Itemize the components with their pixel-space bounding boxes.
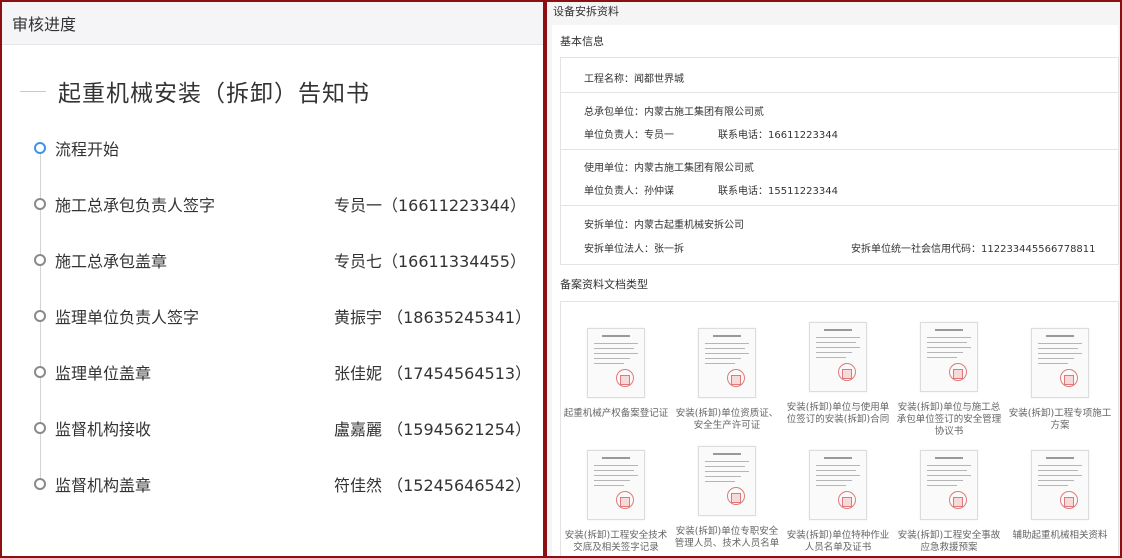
doc-caption: 安装(拆卸)单位特种作业人员名单及证书 — [786, 530, 890, 553]
document-thumbnail-icon[interactable] — [1031, 328, 1089, 398]
user-person: 单位负责人：孙仲谋 — [584, 186, 674, 197]
step-label: 监督机构盖章 — [55, 476, 152, 495]
doc-caption: 辅助起重机械相关资料 — [1012, 530, 1108, 541]
step-label: 施工总承包盖章 — [55, 252, 168, 271]
step-person: 张佳妮 （17454564513） — [334, 364, 532, 383]
title-divider — [20, 90, 46, 92]
step-dot-icon — [34, 366, 46, 378]
general-contractor: 总承包单位：内蒙古施工集团有限公司贰 — [584, 107, 764, 118]
doc-card[interactable]: 安装(拆卸)单位与施工总承包单位签订的安全管理协议书 — [896, 322, 1002, 438]
doc-card[interactable]: 安装(拆卸)单位与使用单位签订的安装(拆卸)合同 — [785, 322, 891, 426]
step-person: 符佳然 （15245646542） — [334, 476, 532, 495]
install-unit: 安拆单位：内蒙古起重机械安拆公司 — [584, 220, 744, 231]
document-title-row: 起重机械安装（拆卸）告知书 — [20, 74, 370, 108]
doc-card[interactable]: 安装(拆卸)工程专项施工方案 — [1007, 328, 1113, 432]
basic-info-title: 基本信息 — [560, 35, 604, 48]
equipment-materials-panel: 设备安拆资料 基本信息 工程名称：闻都世界城 总承包单位：内蒙古施工集团有限公司… — [547, 2, 1120, 556]
document-thumbnail-icon[interactable] — [1031, 450, 1089, 520]
timeline-step: 施工总承包盖章 专员七（16611334455） — [32, 248, 532, 272]
gc-person: 单位负责人：专员一 — [584, 130, 674, 141]
document-thumbnail-icon[interactable] — [587, 450, 645, 520]
panel-body: 基本信息 工程名称：闻都世界城 总承包单位：内蒙古施工集团有限公司贰 单位负责人… — [552, 25, 1119, 556]
doc-card[interactable]: 安装(拆卸)工程安全技术交底及相关签字记录 — [563, 450, 669, 554]
info-row-install-unit: 安拆单位：内蒙古起重机械安拆公司 安拆单位法人：张一拆 安拆单位统一社会信用代码… — [561, 206, 1118, 263]
timeline-step: 监理单位盖章 张佳妮 （17454564513） — [32, 360, 532, 384]
step-dot-icon — [34, 198, 46, 210]
doc-caption: 安装(拆卸)单位与施工总承包单位签订的安全管理协议书 — [896, 402, 1002, 437]
step-dot-icon — [34, 478, 46, 490]
gc-phone: 联系电话：16611223344 — [718, 130, 838, 141]
doc-caption: 起重机械产权备案登记证 — [563, 408, 669, 419]
timeline-step: 监理单位负责人签字 黄振宇 （18635245341） — [32, 304, 532, 328]
doc-caption: 安装(拆卸)单位资质证、安全生产许可证 — [675, 408, 779, 431]
timeline-step-start: 流程开始 — [32, 136, 532, 160]
info-row-user-unit: 使用单位：内蒙古施工集团有限公司贰 单位负责人：孙仲谋 联系电话：1551122… — [561, 150, 1118, 206]
step-dot-icon — [34, 310, 46, 322]
install-person: 安拆单位法人：张一拆 — [584, 244, 684, 255]
doc-caption: 安装(拆卸)单位与使用单位签订的安装(拆卸)合同 — [786, 402, 890, 425]
user-unit: 使用单位：内蒙古施工集团有限公司贰 — [584, 163, 754, 174]
step-person: 黄振宇 （18635245341） — [334, 308, 532, 327]
step-label: 流程开始 — [55, 140, 120, 159]
doc-card[interactable]: 起重机械产权备案登记证 — [563, 328, 669, 420]
doc-caption: 安装(拆卸)工程专项施工方案 — [1008, 408, 1112, 431]
doc-caption: 安装(拆卸)工程安全事故应急救援预案 — [897, 530, 1001, 553]
info-row-project: 工程名称：闻都世界城 — [561, 58, 1118, 93]
doc-card[interactable]: 安装(拆卸)工程安全事故应急救援预案 — [896, 450, 1002, 554]
project-name: 工程名称：闻都世界城 — [584, 74, 684, 85]
step-person: 专员一（16611223344） — [334, 196, 526, 215]
document-thumbnail-icon[interactable] — [920, 322, 978, 392]
step-label: 监理单位盖章 — [55, 364, 152, 383]
step-dot-icon — [34, 142, 46, 154]
step-label: 监理单位负责人签字 — [55, 308, 200, 327]
step-person: 盧嘉麗 （15945621254） — [334, 420, 532, 439]
user-phone: 联系电话：15511223344 — [718, 186, 838, 197]
step-dot-icon — [34, 254, 46, 266]
step-dot-icon — [34, 422, 46, 434]
step-label: 施工总承包负责人签字 — [55, 196, 216, 215]
install-credit-code: 安拆单位统一社会信用代码：112233445566778811 — [851, 244, 1096, 255]
doc-card[interactable]: 安装(拆卸)单位特种作业人员名单及证书 — [785, 450, 891, 554]
doc-caption: 安装(拆卸)单位专职安全管理人员、技术人员名单 — [674, 526, 780, 549]
doc-card[interactable]: 安装(拆卸)单位资质证、安全生产许可证 — [674, 328, 780, 432]
doc-card[interactable]: 辅助起重机械相关资料 — [1007, 450, 1113, 542]
timeline-step: 监督机构接收 盧嘉麗 （15945621254） — [32, 416, 532, 440]
step-label: 监督机构接收 — [55, 420, 152, 439]
panel-header: 审核进度 — [2, 2, 543, 45]
doc-caption: 安装(拆卸)工程安全技术交底及相关签字记录 — [564, 530, 668, 553]
doc-card[interactable]: 安装(拆卸)单位专职安全管理人员、技术人员名单 — [674, 446, 780, 550]
docs-type-title: 备案资料文档类型 — [560, 278, 648, 291]
document-title: 起重机械安装（拆卸）告知书 — [58, 81, 370, 107]
info-row-general-contractor: 总承包单位：内蒙古施工集团有限公司贰 单位负责人：专员一 联系电话：166112… — [561, 93, 1118, 150]
document-thumbnail-icon[interactable] — [587, 328, 645, 398]
timeline-step: 监督机构盖章 符佳然 （15245646542） — [32, 472, 532, 496]
panel-title: 设备安拆资料 — [553, 5, 619, 18]
document-thumbnail-icon[interactable] — [698, 446, 756, 516]
basic-info-box: 工程名称：闻都世界城 总承包单位：内蒙古施工集团有限公司贰 单位负责人：专员一 … — [560, 57, 1119, 265]
docs-grid: 起重机械产权备案登记证 安装(拆卸)单位资质证、安全生产许可证 安装(拆卸)单位… — [560, 301, 1119, 556]
document-thumbnail-icon[interactable] — [920, 450, 978, 520]
document-thumbnail-icon[interactable] — [809, 322, 867, 392]
step-person: 专员七（16611334455） — [334, 252, 526, 271]
document-thumbnail-icon[interactable] — [698, 328, 756, 398]
approval-progress-panel: 审核进度 起重机械安装（拆卸）告知书 流程开始 施工总承包负责人签字 专员一（1… — [2, 2, 543, 556]
timeline-step: 施工总承包负责人签字 专员一（16611223344） — [32, 192, 532, 216]
document-thumbnail-icon[interactable] — [809, 450, 867, 520]
